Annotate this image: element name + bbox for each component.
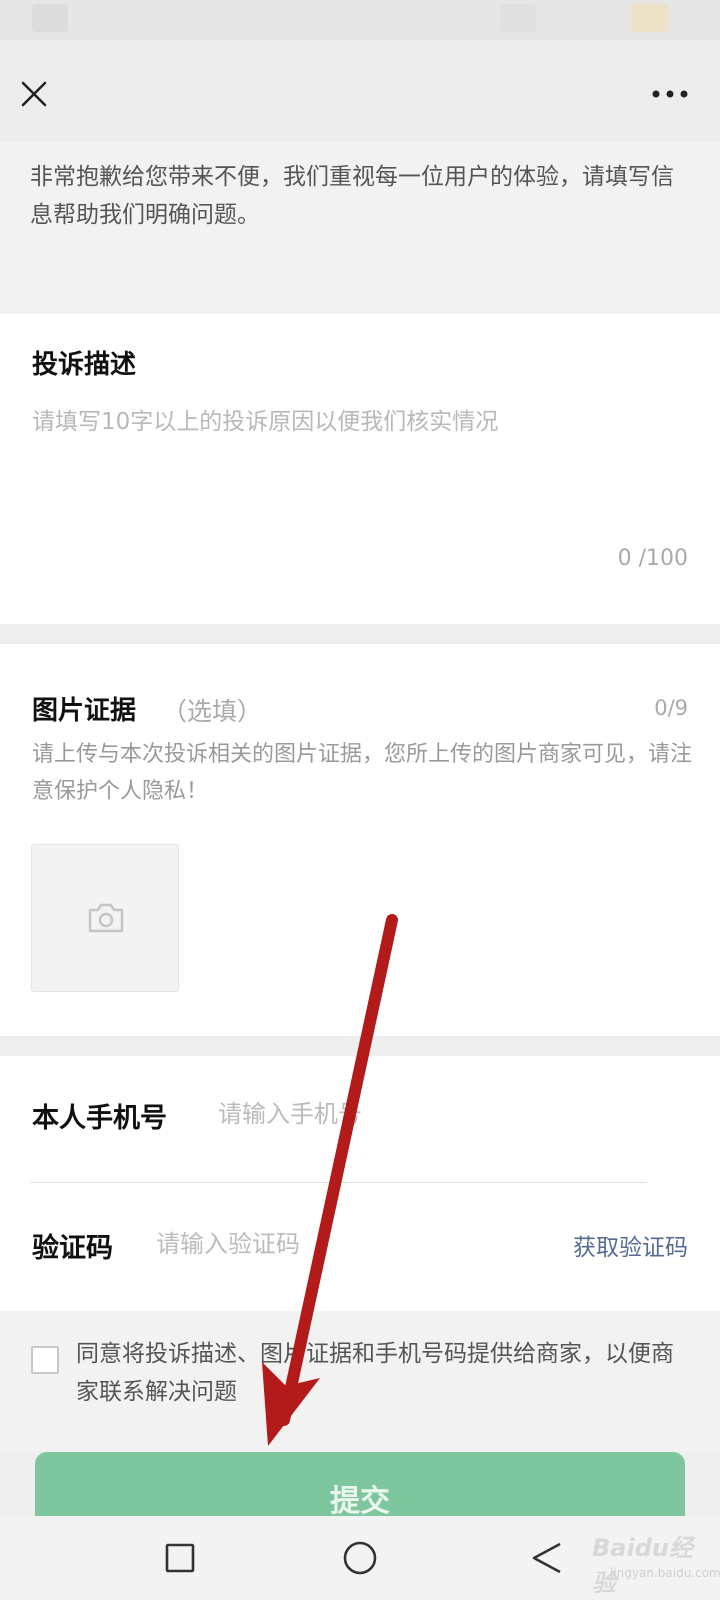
- photo-counter: 0/9: [654, 696, 688, 720]
- agreement-text: 同意将投诉描述、图片证据和手机号码提供给商家，以便商家联系解决问题: [76, 1341, 674, 1405]
- more-horizontal-icon: [652, 90, 688, 98]
- phone-label: 本人手机号: [32, 1103, 167, 1134]
- contact-card: 本人手机号 验证码 获取验证码: [0, 1056, 720, 1311]
- photo-upload-button[interactable]: [31, 844, 179, 992]
- more-button[interactable]: [648, 82, 692, 106]
- camera-icon: [88, 903, 124, 933]
- divider: [30, 1182, 647, 1183]
- back-button[interactable]: [530, 1540, 566, 1576]
- baidu-watermark: Baidu经验 jingyan.baidu.com: [582, 1524, 720, 1597]
- photo-optional-label: （选填）: [162, 697, 263, 726]
- watermark-url: jingyan.baidu.com: [610, 1566, 720, 1580]
- triangle-back-icon: [532, 1542, 561, 1574]
- watermark-logo: Baidu经验: [592, 1534, 693, 1597]
- home-button[interactable]: [342, 1540, 378, 1576]
- photo-hint: 请上传与本次投诉相关的图片证据，您所上传的图片商家可见，请注意保护个人隐私！: [32, 742, 693, 804]
- description-counter: 0 /100: [617, 546, 688, 571]
- get-code-button[interactable]: 获取验证码: [573, 1228, 688, 1262]
- square-icon: [165, 1543, 195, 1573]
- status-icons-right: [500, 4, 536, 32]
- top-bar: [0, 40, 720, 142]
- recents-button[interactable]: [164, 1542, 196, 1574]
- agreement-row: 同意将投诉描述、图片证据和手机号码提供给商家，以便商家联系解决问题: [0, 1311, 720, 1451]
- photo-title: 图片证据: [32, 696, 137, 726]
- description-textarea[interactable]: 请填写10字以上的投诉原因以便我们核实情况: [32, 404, 688, 534]
- agreement-checkbox[interactable]: [31, 1346, 59, 1374]
- status-bar: [0, 0, 720, 40]
- close-icon: [21, 81, 47, 107]
- intro-section: 非常抱歉给您带来不便，我们重视每一位用户的体验，请填写信息帮助我们明确问题。: [0, 142, 720, 314]
- phone-input[interactable]: [218, 1092, 638, 1136]
- battery-icon: [632, 4, 668, 32]
- photo-evidence-card: 图片证据 （选填） 0/9 请上传与本次投诉相关的图片证据，您所上传的图片商家可…: [0, 644, 720, 1036]
- verification-code-input[interactable]: [156, 1222, 516, 1266]
- verification-code-label: 验证码: [32, 1233, 113, 1264]
- description-card: 投诉描述 请填写10字以上的投诉原因以便我们核实情况 0 /100: [0, 314, 720, 624]
- status-icons-left: [32, 4, 68, 32]
- circle-icon: [343, 1541, 377, 1575]
- description-title: 投诉描述: [32, 350, 137, 380]
- intro-text: 非常抱歉给您带来不便，我们重视每一位用户的体验，请填写信息帮助我们明确问题。: [30, 164, 674, 228]
- close-button[interactable]: [18, 78, 50, 110]
